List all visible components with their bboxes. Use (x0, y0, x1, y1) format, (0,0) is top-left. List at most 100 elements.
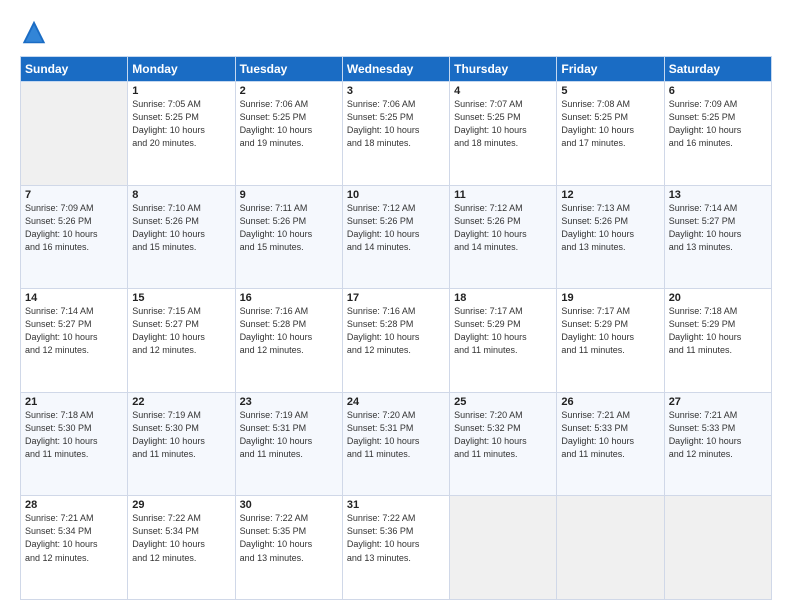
weekday-header-friday: Friday (557, 57, 664, 82)
calendar-cell: 22Sunrise: 7:19 AM Sunset: 5:30 PM Dayli… (128, 392, 235, 496)
calendar-cell: 25Sunrise: 7:20 AM Sunset: 5:32 PM Dayli… (450, 392, 557, 496)
day-info: Sunrise: 7:19 AM Sunset: 5:30 PM Dayligh… (132, 409, 230, 461)
calendar-cell: 12Sunrise: 7:13 AM Sunset: 5:26 PM Dayli… (557, 185, 664, 289)
day-number: 14 (25, 292, 123, 304)
day-number: 30 (240, 499, 338, 511)
day-number: 9 (240, 189, 338, 201)
calendar-header: SundayMondayTuesdayWednesdayThursdayFrid… (21, 57, 772, 82)
day-info: Sunrise: 7:22 AM Sunset: 5:34 PM Dayligh… (132, 512, 230, 564)
calendar-cell: 30Sunrise: 7:22 AM Sunset: 5:35 PM Dayli… (235, 496, 342, 600)
week-row-3: 21Sunrise: 7:18 AM Sunset: 5:30 PM Dayli… (21, 392, 772, 496)
calendar-table: SundayMondayTuesdayWednesdayThursdayFrid… (20, 56, 772, 600)
day-number: 23 (240, 396, 338, 408)
day-info: Sunrise: 7:05 AM Sunset: 5:25 PM Dayligh… (132, 98, 230, 150)
day-number: 16 (240, 292, 338, 304)
calendar-cell: 20Sunrise: 7:18 AM Sunset: 5:29 PM Dayli… (664, 289, 771, 393)
weekday-header-tuesday: Tuesday (235, 57, 342, 82)
day-info: Sunrise: 7:16 AM Sunset: 5:28 PM Dayligh… (240, 305, 338, 357)
day-number: 17 (347, 292, 445, 304)
calendar-body: 1Sunrise: 7:05 AM Sunset: 5:25 PM Daylig… (21, 82, 772, 600)
day-info: Sunrise: 7:21 AM Sunset: 5:33 PM Dayligh… (669, 409, 767, 461)
calendar-cell (557, 496, 664, 600)
calendar-cell: 11Sunrise: 7:12 AM Sunset: 5:26 PM Dayli… (450, 185, 557, 289)
day-number: 2 (240, 85, 338, 97)
day-number: 13 (669, 189, 767, 201)
day-info: Sunrise: 7:06 AM Sunset: 5:25 PM Dayligh… (347, 98, 445, 150)
calendar-cell: 16Sunrise: 7:16 AM Sunset: 5:28 PM Dayli… (235, 289, 342, 393)
calendar-cell (664, 496, 771, 600)
calendar-cell: 18Sunrise: 7:17 AM Sunset: 5:29 PM Dayli… (450, 289, 557, 393)
day-info: Sunrise: 7:12 AM Sunset: 5:26 PM Dayligh… (347, 202, 445, 254)
weekday-header-monday: Monday (128, 57, 235, 82)
day-number: 10 (347, 189, 445, 201)
week-row-2: 14Sunrise: 7:14 AM Sunset: 5:27 PM Dayli… (21, 289, 772, 393)
day-number: 29 (132, 499, 230, 511)
weekday-header-thursday: Thursday (450, 57, 557, 82)
day-info: Sunrise: 7:07 AM Sunset: 5:25 PM Dayligh… (454, 98, 552, 150)
day-info: Sunrise: 7:19 AM Sunset: 5:31 PM Dayligh… (240, 409, 338, 461)
calendar-cell: 21Sunrise: 7:18 AM Sunset: 5:30 PM Dayli… (21, 392, 128, 496)
calendar-cell: 26Sunrise: 7:21 AM Sunset: 5:33 PM Dayli… (557, 392, 664, 496)
day-number: 24 (347, 396, 445, 408)
day-number: 22 (132, 396, 230, 408)
calendar-cell: 27Sunrise: 7:21 AM Sunset: 5:33 PM Dayli… (664, 392, 771, 496)
day-number: 18 (454, 292, 552, 304)
page: SundayMondayTuesdayWednesdayThursdayFrid… (0, 0, 792, 612)
day-number: 7 (25, 189, 123, 201)
calendar-cell: 6Sunrise: 7:09 AM Sunset: 5:25 PM Daylig… (664, 82, 771, 186)
day-number: 4 (454, 85, 552, 97)
day-info: Sunrise: 7:13 AM Sunset: 5:26 PM Dayligh… (561, 202, 659, 254)
week-row-1: 7Sunrise: 7:09 AM Sunset: 5:26 PM Daylig… (21, 185, 772, 289)
day-number: 8 (132, 189, 230, 201)
calendar-cell: 4Sunrise: 7:07 AM Sunset: 5:25 PM Daylig… (450, 82, 557, 186)
calendar-cell (450, 496, 557, 600)
day-number: 15 (132, 292, 230, 304)
day-number: 12 (561, 189, 659, 201)
weekday-header-sunday: Sunday (21, 57, 128, 82)
day-number: 28 (25, 499, 123, 511)
calendar-cell: 23Sunrise: 7:19 AM Sunset: 5:31 PM Dayli… (235, 392, 342, 496)
day-info: Sunrise: 7:17 AM Sunset: 5:29 PM Dayligh… (561, 305, 659, 357)
day-info: Sunrise: 7:12 AM Sunset: 5:26 PM Dayligh… (454, 202, 552, 254)
day-number: 1 (132, 85, 230, 97)
calendar-cell: 5Sunrise: 7:08 AM Sunset: 5:25 PM Daylig… (557, 82, 664, 186)
day-info: Sunrise: 7:21 AM Sunset: 5:34 PM Dayligh… (25, 512, 123, 564)
day-info: Sunrise: 7:14 AM Sunset: 5:27 PM Dayligh… (25, 305, 123, 357)
day-number: 21 (25, 396, 123, 408)
day-info: Sunrise: 7:18 AM Sunset: 5:30 PM Dayligh… (25, 409, 123, 461)
day-info: Sunrise: 7:22 AM Sunset: 5:35 PM Dayligh… (240, 512, 338, 564)
day-number: 31 (347, 499, 445, 511)
day-number: 25 (454, 396, 552, 408)
day-info: Sunrise: 7:20 AM Sunset: 5:31 PM Dayligh… (347, 409, 445, 461)
logo (20, 18, 52, 46)
calendar-cell: 13Sunrise: 7:14 AM Sunset: 5:27 PM Dayli… (664, 185, 771, 289)
day-info: Sunrise: 7:20 AM Sunset: 5:32 PM Dayligh… (454, 409, 552, 461)
day-info: Sunrise: 7:22 AM Sunset: 5:36 PM Dayligh… (347, 512, 445, 564)
calendar-cell: 8Sunrise: 7:10 AM Sunset: 5:26 PM Daylig… (128, 185, 235, 289)
day-number: 11 (454, 189, 552, 201)
day-number: 6 (669, 85, 767, 97)
day-number: 19 (561, 292, 659, 304)
day-number: 26 (561, 396, 659, 408)
calendar-cell (21, 82, 128, 186)
day-info: Sunrise: 7:15 AM Sunset: 5:27 PM Dayligh… (132, 305, 230, 357)
day-number: 3 (347, 85, 445, 97)
day-info: Sunrise: 7:10 AM Sunset: 5:26 PM Dayligh… (132, 202, 230, 254)
calendar-cell: 9Sunrise: 7:11 AM Sunset: 5:26 PM Daylig… (235, 185, 342, 289)
day-info: Sunrise: 7:11 AM Sunset: 5:26 PM Dayligh… (240, 202, 338, 254)
day-info: Sunrise: 7:16 AM Sunset: 5:28 PM Dayligh… (347, 305, 445, 357)
calendar-cell: 17Sunrise: 7:16 AM Sunset: 5:28 PM Dayli… (342, 289, 449, 393)
day-number: 5 (561, 85, 659, 97)
calendar-cell: 29Sunrise: 7:22 AM Sunset: 5:34 PM Dayli… (128, 496, 235, 600)
calendar-cell: 14Sunrise: 7:14 AM Sunset: 5:27 PM Dayli… (21, 289, 128, 393)
week-row-4: 28Sunrise: 7:21 AM Sunset: 5:34 PM Dayli… (21, 496, 772, 600)
header (20, 18, 772, 46)
week-row-0: 1Sunrise: 7:05 AM Sunset: 5:25 PM Daylig… (21, 82, 772, 186)
day-info: Sunrise: 7:08 AM Sunset: 5:25 PM Dayligh… (561, 98, 659, 150)
day-number: 20 (669, 292, 767, 304)
day-info: Sunrise: 7:14 AM Sunset: 5:27 PM Dayligh… (669, 202, 767, 254)
calendar-cell: 7Sunrise: 7:09 AM Sunset: 5:26 PM Daylig… (21, 185, 128, 289)
weekday-header-saturday: Saturday (664, 57, 771, 82)
logo-icon (20, 18, 48, 46)
calendar-cell: 24Sunrise: 7:20 AM Sunset: 5:31 PM Dayli… (342, 392, 449, 496)
